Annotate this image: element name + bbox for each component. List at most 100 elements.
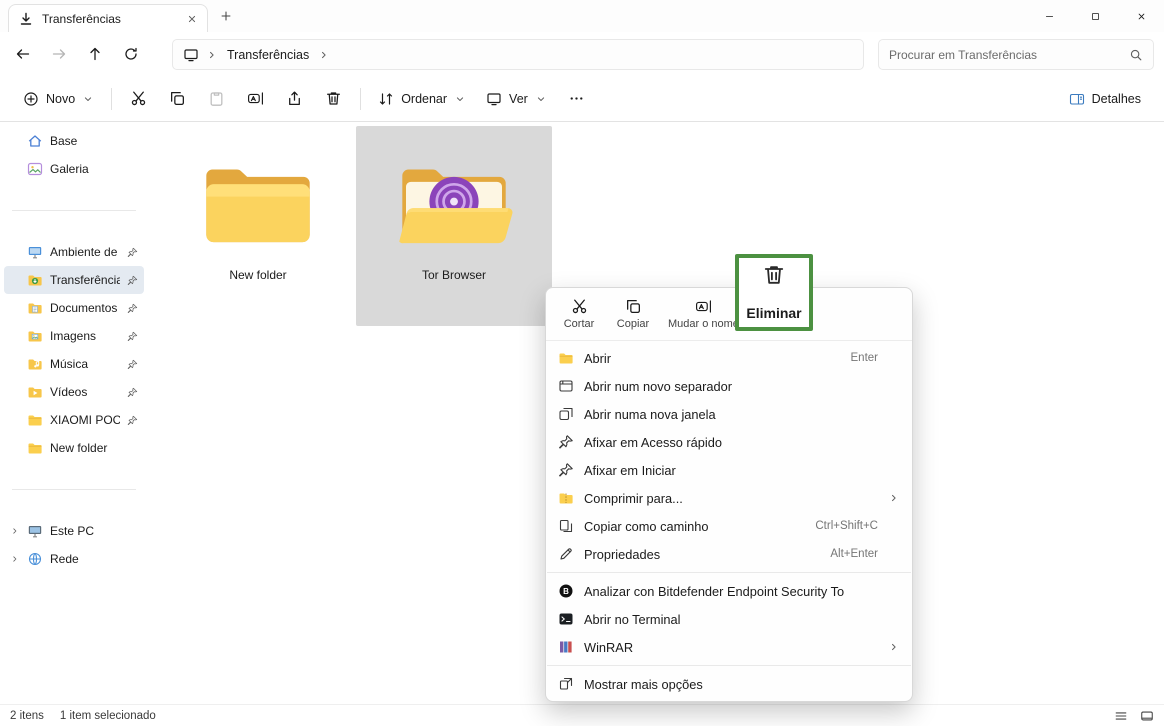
rename-icon <box>695 298 712 315</box>
rename-button[interactable] <box>237 83 274 115</box>
large-icons-view-toggle[interactable] <box>1140 709 1154 723</box>
delete-button[interactable] <box>315 83 352 115</box>
sidebar-item-galeria[interactable]: Galeria <box>4 155 144 183</box>
details-pane-icon <box>1069 91 1085 107</box>
sidebar-item-rede[interactable]: Rede <box>4 545 144 573</box>
forward-button[interactable] <box>44 39 74 69</box>
pin-icon <box>127 415 138 426</box>
sidebar-item-new-folder[interactable]: New folder <box>4 434 144 462</box>
menu-item-shortcut: Alt+Enter <box>830 548 878 560</box>
menu-item-afixar-em-acesso-ra-pido[interactable]: Afixar em Acesso rápido <box>550 428 908 456</box>
sidebar-item-label: Base <box>50 134 138 148</box>
sidebar-item-mu-sica[interactable]: Música <box>4 350 144 378</box>
back-button[interactable] <box>8 39 38 69</box>
menu-item-label: Afixar em Acesso rápido <box>584 435 868 450</box>
menu-item-shortcut: Ctrl+Shift+C <box>815 520 878 532</box>
details-view-toggle[interactable] <box>1114 709 1128 723</box>
address-bar[interactable]: Transferências <box>172 39 864 70</box>
see-more-button[interactable] <box>558 83 595 115</box>
sidebar-item-ambiente-de-tra[interactable]: Ambiente de tra <box>4 238 144 266</box>
sidebar-item-vi-deos[interactable]: Vídeos <box>4 378 144 406</box>
documents-icon <box>27 300 43 316</box>
sidebar-item-xiaomi-poco-f[interactable]: XIAOMI POCO F <box>4 406 144 434</box>
quick-action-cortar[interactable]: Cortar <box>552 292 606 336</box>
sidebar-item-label: Música <box>50 357 120 371</box>
view-toggles <box>1114 709 1154 723</box>
paste-button[interactable] <box>198 83 235 115</box>
menu-item-abrir-numa-nova-janela[interactable]: Abrir numa nova janela <box>550 400 908 428</box>
copy-icon <box>625 298 642 315</box>
new-tab-button[interactable] <box>219 9 233 23</box>
new-button[interactable]: Novo <box>14 83 103 115</box>
sidebar-item-este-pc[interactable]: Este PC <box>4 517 144 545</box>
copy-path-icon <box>558 518 574 534</box>
tab-close-icon[interactable] <box>186 13 198 25</box>
menu-item-abrir[interactable]: Abrir Enter <box>550 344 908 372</box>
selection-count: 1 item selecionado <box>60 710 156 722</box>
quick-action-mudar-o-nome[interactable]: Mudar o nome <box>660 292 747 336</box>
up-button[interactable] <box>80 39 110 69</box>
desktop-icon <box>27 244 43 260</box>
expander-icon[interactable] <box>10 554 20 564</box>
search-input[interactable] <box>889 48 1123 62</box>
more-options-icon <box>558 676 574 692</box>
menu-item-afixar-em-iniciar[interactable]: Afixar em Iniciar <box>550 456 908 484</box>
sidebar-item-base[interactable]: Base <box>4 127 144 155</box>
quick-actions-bar: Cortar Copiar Mudar o nome <box>546 288 912 341</box>
menu-item-analizar-con-bitdefender-endpoint-security-to[interactable]: B Analizar con Bitdefender Endpoint Secu… <box>550 577 908 605</box>
properties-icon <box>558 546 574 562</box>
search-icon[interactable] <box>1129 48 1143 62</box>
chevron-down-icon <box>454 93 466 105</box>
videos-icon <box>27 384 43 400</box>
menu-item-propriedades[interactable]: Propriedades Alt+Enter <box>550 540 908 568</box>
view-icon <box>486 91 502 107</box>
toolbar-divider <box>360 88 361 110</box>
close-button[interactable] <box>1118 0 1164 32</box>
zip-icon <box>558 490 574 506</box>
cut-button[interactable] <box>120 83 157 115</box>
view-button[interactable]: Ver <box>477 83 556 115</box>
maximize-button[interactable] <box>1072 0 1118 32</box>
sort-button[interactable]: Ordenar <box>369 83 475 115</box>
menu-item-copiar-como-caminho[interactable]: Copiar como caminho Ctrl+Shift+C <box>550 512 908 540</box>
pin-icon <box>127 275 138 286</box>
pin-icon <box>127 387 138 398</box>
expander-icon[interactable] <box>10 526 20 536</box>
svg-text:B: B <box>563 587 569 596</box>
menu-item-label: Copiar como caminho <box>584 519 805 534</box>
copy-button[interactable] <box>159 83 196 115</box>
divider <box>547 572 911 573</box>
sidebar-item-transfere-ncias[interactable]: Transferências <box>4 266 144 294</box>
refresh-button[interactable] <box>116 39 146 69</box>
quick-action-copiar[interactable]: Copiar <box>606 292 660 336</box>
breadcrumb-location[interactable]: Transferências <box>225 48 311 62</box>
delete-quick-action[interactable]: Eliminar <box>739 258 809 327</box>
details-button[interactable]: Detalhes <box>1060 83 1150 115</box>
divider <box>12 210 136 211</box>
divider <box>12 489 136 490</box>
menu-item-abrir-num-novo-separador[interactable]: Abrir num novo separador <box>550 372 908 400</box>
file-tile-new-folder[interactable]: New folder <box>160 126 356 326</box>
context-menu: Cortar Copiar Mudar o nome Abrir Enter A… <box>545 287 913 702</box>
share-button[interactable] <box>276 83 313 115</box>
tab-transferencias[interactable]: Transferências <box>8 4 208 32</box>
menu-item-abrir-no-terminal[interactable]: Abrir no Terminal <box>550 605 908 633</box>
sidebar-item-documentos[interactable]: Documentos <box>4 294 144 322</box>
menu-item-label: Abrir numa nova janela <box>584 407 868 422</box>
menu-item-mostrar-mais-opc-o-es[interactable]: Mostrar mais opções <box>550 670 908 698</box>
terminal-icon <box>558 611 574 627</box>
toolbar-divider <box>111 88 112 110</box>
file-tile-tor-browser[interactable]: Tor Browser <box>356 126 552 326</box>
sidebar-item-imagens[interactable]: Imagens <box>4 322 144 350</box>
minimize-button[interactable] <box>1026 0 1072 32</box>
menu-item-winrar[interactable]: WinRAR <box>550 633 908 661</box>
menu-item-label: Abrir no Terminal <box>584 612 868 627</box>
sidebar-item-label: Documentos <box>50 301 120 315</box>
downloads-icon <box>27 272 43 288</box>
search-box[interactable] <box>878 39 1154 70</box>
view-label: Ver <box>509 92 528 106</box>
sidebar-item-label: Vídeos <box>50 385 120 399</box>
menu-item-comprimir-para[interactable]: Comprimir para... <box>550 484 908 512</box>
new-tab-icon <box>558 378 574 394</box>
gallery-icon <box>27 161 43 177</box>
